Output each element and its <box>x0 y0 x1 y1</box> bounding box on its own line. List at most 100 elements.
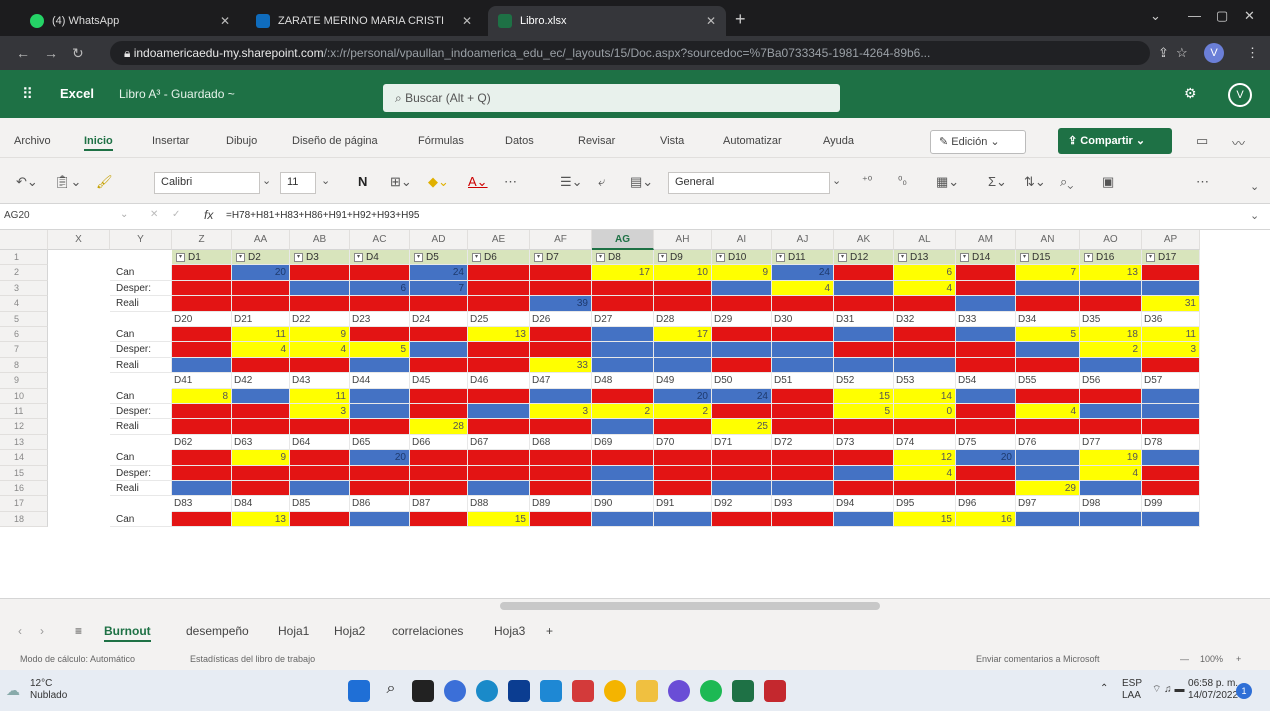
reload-icon[interactable]: ↻ <box>72 45 84 62</box>
data-cell[interactable] <box>410 404 468 420</box>
data-cell[interactable]: 17 <box>654 327 712 343</box>
spreadsheet-grid[interactable]: X Y Z AA AB AC AD AE AF AG AH AI AJ AK AL AM AN AO AP 1 2 3 4 5… <box>0 230 1270 598</box>
data-cell[interactable] <box>772 296 834 312</box>
column-header-an[interactable]: AN <box>1016 230 1080 250</box>
day-label-cell[interactable]: D42 <box>232 373 290 389</box>
new-tab-icon[interactable]: + <box>735 9 746 30</box>
data-cell[interactable] <box>172 465 232 481</box>
merge-icon[interactable]: ▤⌄ <box>630 174 653 190</box>
data-cell[interactable] <box>712 404 772 420</box>
data-cell[interactable] <box>956 404 1016 420</box>
data-cell[interactable] <box>956 296 1016 312</box>
notification-badge[interactable]: 1 <box>1236 683 1252 699</box>
filter-dropdown-icon[interactable]: ▾ <box>596 252 605 262</box>
data-cell[interactable]: 15 <box>468 511 530 528</box>
data-cell[interactable] <box>772 511 834 528</box>
data-cell[interactable] <box>956 265 1016 281</box>
data-cell[interactable] <box>172 511 232 528</box>
data-cell[interactable] <box>350 265 410 281</box>
row-label-cell[interactable]: Reali <box>110 296 172 312</box>
data-cell[interactable]: 6 <box>894 265 956 281</box>
bookmark-star-icon[interactable]: ☆ <box>1176 45 1188 61</box>
data-cell[interactable] <box>1016 450 1080 466</box>
data-cell[interactable] <box>592 296 654 312</box>
day-label-cell[interactable]: D66 <box>410 434 468 451</box>
data-cell[interactable] <box>530 450 592 466</box>
data-cell[interactable] <box>172 404 232 420</box>
data-cell[interactable]: 28 <box>410 419 468 435</box>
data-cell[interactable] <box>232 404 290 420</box>
filter-dropdown-icon[interactable]: ▾ <box>236 252 245 262</box>
day-label-cell[interactable]: D63 <box>232 434 290 451</box>
data-cell[interactable] <box>654 280 712 297</box>
day-label-cell[interactable]: D89 <box>530 496 592 512</box>
row-label-cell[interactable]: Reali <box>110 481 172 497</box>
data-cell[interactable]: 4 <box>290 342 350 358</box>
data-cell[interactable] <box>712 450 772 466</box>
tab-archivo[interactable]: Archivo <box>14 135 51 147</box>
data-cell[interactable] <box>1080 419 1142 435</box>
filter-dropdown-icon[interactable]: ▾ <box>354 252 363 262</box>
maximize-icon[interactable]: ▢ <box>1216 8 1228 24</box>
number-format-chevron-icon[interactable]: ⌄ <box>832 174 841 187</box>
day-label-cell[interactable]: D34 <box>1016 311 1080 327</box>
column-header-aj[interactable]: AJ <box>772 230 834 250</box>
day-label-cell[interactable]: D56 <box>1080 373 1142 389</box>
table-header-cell[interactable]: ▾ D16 <box>1080 250 1142 266</box>
data-cell[interactable] <box>172 419 232 435</box>
font-name-chevron-icon[interactable]: ⌄ <box>262 174 271 187</box>
day-label-cell[interactable]: D50 <box>712 373 772 389</box>
data-cell[interactable] <box>290 450 350 466</box>
row-label-cell[interactable]: Can <box>110 511 172 528</box>
data-cell[interactable] <box>772 450 834 466</box>
horizontal-scrollbar[interactable] <box>0 598 1270 612</box>
prev-sheet-icon[interactable]: ‹ <box>18 624 22 638</box>
day-label-cell[interactable]: D53 <box>894 373 956 389</box>
day-label-cell[interactable]: D95 <box>894 496 956 512</box>
data-cell[interactable]: 13 <box>468 327 530 343</box>
number-format-select[interactable]: General <box>668 172 830 194</box>
data-cell[interactable] <box>834 265 894 281</box>
data-cell[interactable]: 19 <box>1080 450 1142 466</box>
data-cell[interactable] <box>1142 511 1200 528</box>
data-cell[interactable] <box>1142 357 1200 374</box>
task-view-icon[interactable] <box>412 680 434 702</box>
column-header-ad[interactable]: AD <box>410 230 468 250</box>
table-header-cell[interactable]: ▾ D13 <box>894 250 956 266</box>
filter-dropdown-icon[interactable]: ▾ <box>776 252 785 262</box>
data-cell[interactable] <box>1080 404 1142 420</box>
font-color-icon[interactable]: A⌄ <box>468 174 488 190</box>
data-cell[interactable]: 11 <box>232 327 290 343</box>
column-header-z[interactable]: Z <box>172 230 232 250</box>
data-cell[interactable] <box>232 465 290 481</box>
data-cell[interactable] <box>772 465 834 481</box>
data-cell[interactable] <box>530 388 592 404</box>
name-box-chevron-icon[interactable]: ⌄ <box>120 209 128 220</box>
data-cell[interactable] <box>654 450 712 466</box>
close-tab-icon[interactable]: ✕ <box>220 14 230 28</box>
browser-tab-onedrive[interactable]: ZARATE MERINO MARIA CRISTI ✕ <box>246 6 482 36</box>
data-cell[interactable] <box>712 296 772 312</box>
data-cell[interactable] <box>772 342 834 358</box>
day-label-cell[interactable]: D91 <box>654 496 712 512</box>
chrome-icon[interactable] <box>604 680 626 702</box>
data-cell[interactable] <box>956 357 1016 374</box>
table-header-cell[interactable]: ▾ D4 <box>350 250 410 266</box>
data-cell[interactable] <box>956 342 1016 358</box>
data-cell[interactable] <box>1142 265 1200 281</box>
chat-icon[interactable] <box>444 680 466 702</box>
day-label-cell[interactable]: D75 <box>956 434 1016 451</box>
paste-icon[interactable]: 📋︎⌄ <box>54 174 81 190</box>
data-cell[interactable]: 4 <box>232 342 290 358</box>
share-button[interactable]: ⇪ Compartir ⌄ <box>1058 128 1172 154</box>
data-cell[interactable] <box>530 265 592 281</box>
addins-icon[interactable]: ▣ <box>1102 174 1114 190</box>
data-cell[interactable] <box>592 280 654 297</box>
cancel-icon[interactable]: ✕ <box>150 209 158 220</box>
row-label-cell[interactable]: Reali <box>110 357 172 374</box>
day-label-cell[interactable]: D98 <box>1080 496 1142 512</box>
data-cell[interactable] <box>772 357 834 374</box>
zoom-out-icon[interactable]: — <box>1180 654 1189 664</box>
column-header-ab[interactable]: AB <box>290 230 350 250</box>
data-cell[interactable]: 20 <box>232 265 290 281</box>
